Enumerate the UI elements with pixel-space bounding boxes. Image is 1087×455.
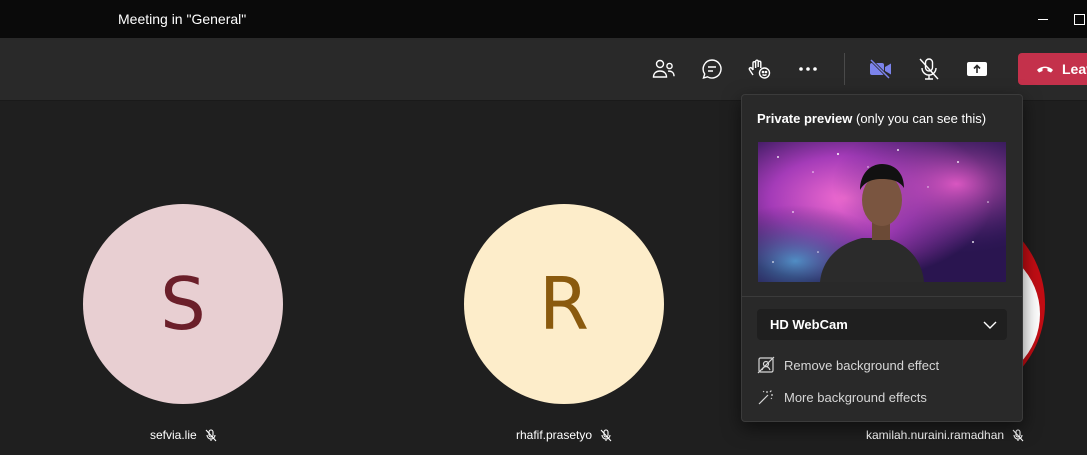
- flyout-divider: [742, 296, 1022, 297]
- leave-button[interactable]: Leave: [1018, 53, 1087, 85]
- chat-icon[interactable]: [697, 54, 727, 84]
- remove-background-label: Remove background effect: [784, 357, 940, 373]
- more-background-effects-button[interactable]: More background effects: [757, 384, 1007, 410]
- leave-label: Leave: [1062, 61, 1087, 77]
- no-background-icon: [757, 356, 775, 374]
- camera-select-value: HD WebCam: [770, 317, 848, 332]
- avatar-initial: S: [160, 262, 206, 346]
- share-screen-icon[interactable]: [962, 54, 992, 84]
- participant-name: kamilah.nuraini.ramadhan: [866, 428, 1005, 442]
- chevron-down-icon: [983, 318, 997, 333]
- participant-name: sefvia.lie: [150, 428, 197, 442]
- participant-name: rhafif.prasetyo: [516, 428, 593, 442]
- magic-wand-icon: [757, 388, 775, 406]
- avatar[interactable]: R: [464, 204, 664, 404]
- mic-off-icon: [1012, 428, 1024, 442]
- camera-off-icon[interactable]: [866, 54, 896, 84]
- window-title: Meeting in "General": [118, 11, 247, 27]
- maximize-button[interactable]: [1070, 8, 1087, 30]
- preview-title-bold: Private preview: [757, 111, 853, 126]
- people-icon[interactable]: [649, 54, 679, 84]
- participant-name-tag: rhafif.prasetyo: [516, 428, 612, 442]
- camera-preview-video: [758, 142, 1006, 282]
- mic-off-icon: [600, 428, 612, 442]
- remove-background-effect-button[interactable]: Remove background effect: [757, 352, 1007, 378]
- avatar[interactable]: S: [83, 204, 283, 404]
- private-preview-flyout: Private preview (only you can see this): [741, 94, 1023, 422]
- minimize-button[interactable]: [1034, 8, 1056, 30]
- more-background-effects-label: More background effects: [784, 389, 927, 405]
- avatar-initial: R: [538, 262, 590, 346]
- participant-name-tag: kamilah.nuraini.ramadhan: [866, 428, 1024, 442]
- preview-title: Private preview (only you can see this): [757, 111, 986, 126]
- camera-select[interactable]: HD WebCam: [757, 309, 1007, 340]
- toolbar-divider: [844, 53, 845, 85]
- reactions-icon[interactable]: [745, 54, 775, 84]
- meeting-toolbar: Leave: [0, 38, 1087, 101]
- title-bar: Meeting in "General": [0, 0, 1087, 38]
- mic-off-icon[interactable]: [914, 54, 944, 84]
- mic-off-icon: [205, 428, 217, 442]
- participant-name-tag: sefvia.lie: [150, 428, 217, 442]
- more-icon[interactable]: [793, 54, 823, 84]
- hang-up-icon: [1037, 66, 1053, 73]
- preview-title-note: (only you can see this): [852, 111, 987, 126]
